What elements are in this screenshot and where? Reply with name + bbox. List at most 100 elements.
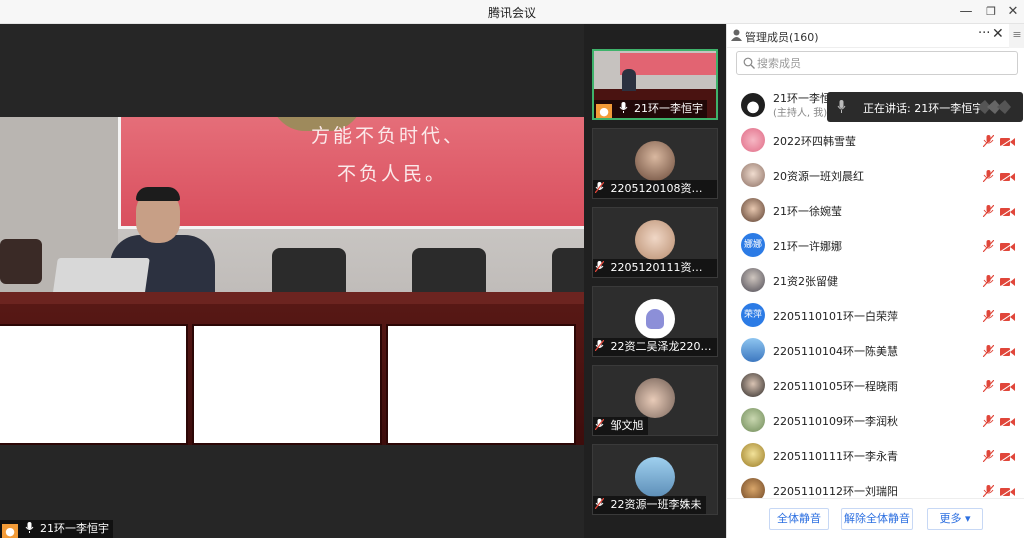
main-speaker-name: 21环一李恒宇 <box>40 522 109 535</box>
mic-muted-icon[interactable] <box>982 169 995 183</box>
sidebar-toggle-icon[interactable]: ≡ <box>1009 24 1024 48</box>
main-video[interactable]: 方能不负时代、 不负人民。 ● 21环一李恒宇 <box>0 24 584 538</box>
member-row[interactable]: 荣萍 2205110101环一白荣萍 <box>727 298 1024 333</box>
host-badge-icon: ● <box>2 524 18 538</box>
thumbnail-name: 2205120108资一高秀婷 <box>610 182 718 195</box>
close-panel-icon[interactable]: ✕ <box>992 26 1004 42</box>
member-panel-footer: 全体静音 解除全体静音 更多 ▾ <box>727 498 1024 538</box>
banner-text-line2: 不负人民。 <box>337 163 448 185</box>
avatar <box>635 141 675 181</box>
video-thumbnail[interactable]: ● 21环一李恒宇 <box>592 49 718 120</box>
member-row[interactable]: 21资2张留健 <box>727 263 1024 298</box>
member-name: 21资2张留健 <box>773 275 838 288</box>
camera-off-icon[interactable] <box>999 276 1016 288</box>
avatar <box>741 128 765 152</box>
member-name: 2205110111环一李永青 <box>773 450 898 463</box>
member-row[interactable]: 2022环四韩雪莹 <box>727 123 1024 158</box>
video-thumbnail[interactable]: 22资源一班李姝未 <box>592 444 718 515</box>
member-name: 2205110101环一白荣萍 <box>773 310 898 323</box>
desk <box>0 292 584 445</box>
member-name: 2205110109环一李润秋 <box>773 415 898 428</box>
more-button[interactable]: 更多 ▾ <box>927 508 983 530</box>
member-panel-header: 管理成员(160) ··· ✕ ≡ <box>727 24 1024 48</box>
member-row[interactable]: 2205110109环一李润秋 <box>727 403 1024 438</box>
camera-off-icon[interactable] <box>999 206 1016 218</box>
member-name: 2205110105环一程晓雨 <box>773 380 898 393</box>
person-icon <box>731 29 742 41</box>
avatar <box>635 220 675 260</box>
member-search[interactable] <box>736 51 1018 75</box>
mic-muted-icon[interactable] <box>982 134 995 148</box>
thumbnail-name: 22资二吴泽龙22051202… <box>610 340 718 353</box>
camera-off-icon[interactable] <box>999 381 1016 393</box>
mic-muted-icon[interactable] <box>982 484 995 498</box>
member-row[interactable]: 20资源一班刘晨红 <box>727 158 1024 193</box>
video-thumbnail-strip: ● 21环一李恒宇 2205120108资一高秀婷 2205120111资一姬文… <box>584 24 726 538</box>
mic-icon <box>837 100 846 113</box>
member-role: (主持人, 我) <box>773 108 828 119</box>
member-name: 21环一徐婉莹 <box>773 205 842 218</box>
voice-wave-icon <box>977 100 1011 114</box>
mic-muted-icon[interactable] <box>982 344 995 358</box>
camera-off-icon[interactable] <box>999 171 1016 183</box>
video-thumbnail[interactable]: 2205120111资一姬文琪 <box>592 207 718 278</box>
mic-muted-icon[interactable] <box>982 449 995 463</box>
mute-all-button[interactable]: 全体静音 <box>769 508 829 530</box>
search-input[interactable] <box>757 55 1007 71</box>
camera-off-icon[interactable] <box>999 241 1016 253</box>
unmute-all-button[interactable]: 解除全体静音 <box>841 508 913 530</box>
member-row[interactable]: 21环一徐婉莹 <box>727 193 1024 228</box>
member-name: 20资源一班刘晨红 <box>773 170 864 183</box>
avatar <box>741 93 765 117</box>
mic-muted-icon[interactable] <box>982 204 995 218</box>
minimize-button[interactable]: — <box>955 2 977 22</box>
thumbnail-name: 21环一李恒宇 <box>634 102 703 115</box>
close-window-button[interactable]: ✕ <box>1002 2 1024 22</box>
speaking-text: 正在讲话: 21环一李恒宇; <box>863 102 987 115</box>
member-row[interactable]: 娜娜 21环一许娜娜 <box>727 228 1024 263</box>
avatar <box>741 373 765 397</box>
mic-muted-icon[interactable] <box>982 379 995 393</box>
video-thumbnail[interactable]: 2205120108资一高秀婷 <box>592 128 718 199</box>
member-row[interactable]: 2205110105环一程晓雨 <box>727 368 1024 403</box>
avatar: 荣萍 <box>741 303 765 327</box>
mic-muted-icon[interactable] <box>982 239 995 253</box>
more-options-icon[interactable]: ··· <box>978 26 990 41</box>
camera-off-icon[interactable] <box>999 486 1016 498</box>
member-name: 21环一许娜娜 <box>773 240 842 253</box>
mic-muted-icon[interactable] <box>982 414 995 428</box>
member-panel-title: 管理成员(160) <box>745 31 819 44</box>
mic-muted-icon[interactable] <box>982 274 995 288</box>
host-badge-icon: ● <box>596 104 612 118</box>
camera-off-icon[interactable] <box>999 311 1016 323</box>
camera-off-icon[interactable] <box>999 451 1016 463</box>
camera-off-icon[interactable] <box>999 416 1016 428</box>
thumbnail-name: 22资源一班李姝未 <box>610 498 702 511</box>
member-row[interactable]: 2205110112环一刘瑞阳 <box>727 473 1024 498</box>
banner-text-line1: 方能不负时代、 <box>311 125 466 147</box>
avatar: 娜娜 <box>741 233 765 257</box>
member-row[interactable]: 2205110104环一陈美慧 <box>727 333 1024 368</box>
member-name: 2205110104环一陈美慧 <box>773 345 898 358</box>
avatar <box>741 198 765 222</box>
camera-off-icon[interactable] <box>999 346 1016 358</box>
window-title: 腾讯会议 <box>487 6 536 20</box>
main-speaker-nametag: ● 21环一李恒宇 <box>0 520 113 538</box>
avatar <box>741 408 765 432</box>
avatar <box>741 163 765 187</box>
camera-off-icon[interactable] <box>999 136 1016 148</box>
restore-button[interactable]: ❐ <box>980 2 1002 22</box>
thumbnail-name: 2205120111资一姬文琪 <box>610 261 718 274</box>
mic-icon <box>619 102 627 113</box>
mic-muted-icon <box>595 340 604 351</box>
member-row[interactable]: 2205110111环一李永青 <box>727 438 1024 473</box>
video-thumbnail[interactable]: 22资二吴泽龙22051202… <box>592 286 718 357</box>
search-icon <box>743 57 755 69</box>
mic-muted-icon[interactable] <box>982 309 995 323</box>
avatar <box>741 478 765 498</box>
mic-muted-icon <box>595 419 604 430</box>
video-thumbnail[interactable]: 邹文旭 <box>592 365 718 436</box>
member-list: 21环一李恒宇 (主持人, 我) 2022环四韩雪莹 20资源一班刘晨红 21环一徐婉莹… <box>727 88 1024 498</box>
member-name: 2205110112环一刘瑞阳 <box>773 485 898 498</box>
avatar <box>635 378 675 418</box>
